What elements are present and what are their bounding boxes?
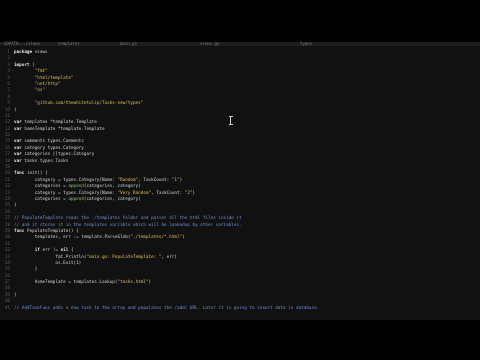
code-token: (categories, category)	[83, 184, 141, 190]
code-token: func	[14, 228, 25, 234]
code-token: append	[68, 196, 84, 202]
code-token: categories =	[14, 184, 69, 190]
code-token: var	[14, 126, 22, 132]
code-token: , TaskCount:	[138, 177, 172, 183]
code-token: "net/http"	[34, 81, 61, 87]
code-token: append	[68, 184, 84, 190]
line-number: 41	[4, 305, 10, 311]
code-token: // PopulateTemplate reads the ./template…	[14, 216, 242, 222]
code-token: err !=	[39, 248, 61, 254]
code-token: var	[14, 139, 22, 145]
code-token: )	[14, 107, 17, 113]
code-token: }	[192, 190, 196, 196]
code-token: func	[14, 171, 25, 177]
code-token: )	[182, 235, 185, 241]
code-token: var	[14, 145, 22, 151]
code-token: import	[14, 62, 30, 68]
code-area[interactable]: 1 package views 2 3 import (4 "fmt" 5 "html/t…	[0, 50, 480, 312]
code-token: "Random"	[117, 177, 139, 183]
code-token: views	[32, 50, 48, 55]
editor-tab[interactable]: views.go	[200, 41, 219, 46]
code-token: "2"	[184, 190, 193, 196]
code-token: templates, err := template.ParseGlob(	[14, 235, 131, 241]
code-token: categories =	[14, 196, 69, 202]
code-token: , TaskCount:	[151, 190, 185, 196]
code-token: category types.Category	[21, 145, 84, 151]
code-token: "fmt"	[34, 69, 48, 75]
editor-tab-bar: GOPATH.../views templates main.go views.go t…	[0, 41, 480, 46]
code-token: // and it stores it in the templates var…	[14, 222, 242, 228]
code-token: homeTemplate = templates.Lookup(	[14, 280, 118, 286]
code-token: "./templates/*.html"	[130, 235, 183, 241]
code-token: templates *template.Template	[21, 120, 97, 126]
editor-tab[interactable]: templates	[58, 41, 80, 46]
code-token: category = types.Category{Name:	[14, 177, 118, 183]
code-token: var	[14, 158, 22, 164]
editor-tab[interactable]: types	[300, 41, 312, 46]
code-token: "os"	[34, 88, 46, 94]
code-token: // AddTaskFunc adds a new task to the ar…	[14, 305, 320, 311]
code-token: {	[68, 248, 74, 254]
code-token: (	[29, 62, 35, 68]
code-token: , err)	[161, 254, 177, 260]
code-token: init() {	[24, 171, 48, 177]
code-token: )	[148, 280, 152, 286]
code-line: 41 // AddTaskFunc adds a new task to the …	[0, 306, 480, 312]
text-cursor-icon	[229, 116, 234, 125]
code-token: os.Exit(1)	[14, 260, 82, 266]
code-token: var	[14, 120, 22, 126]
code-token: var	[14, 152, 22, 158]
code-token: "github.com/thewhitetulip/Tasks-new/type…	[34, 101, 144, 107]
code-token: categories []types.Category	[21, 152, 95, 158]
code-token: "tasks.html"	[117, 280, 149, 286]
code-token: (categories, category)	[83, 196, 141, 202]
code-token: }	[179, 177, 183, 183]
code-token: "html/template"	[34, 75, 74, 81]
editor-tab[interactable]: main.go	[120, 41, 137, 46]
code-token: "Very Random"	[117, 190, 152, 196]
code-token: "1"	[171, 177, 180, 183]
code-token: }	[14, 203, 17, 209]
code-token: }	[14, 267, 38, 273]
code-token: comments types.Comments	[21, 139, 84, 145]
code-token: package	[14, 50, 33, 55]
editor-tab[interactable]: GOPATH.../views	[4, 41, 40, 46]
code-token: tasks types.Tasks	[21, 158, 69, 164]
code-token: "main.go: PopulateTemplate: "	[86, 254, 162, 260]
code-token: }	[14, 292, 17, 298]
code-token: PopulateTemplate() {	[24, 228, 79, 234]
code-token: fmt.Println(	[14, 254, 87, 260]
code-token: category = types.Category{Name:	[14, 190, 118, 196]
code-token: homeTemplate *template.Template	[21, 126, 105, 132]
